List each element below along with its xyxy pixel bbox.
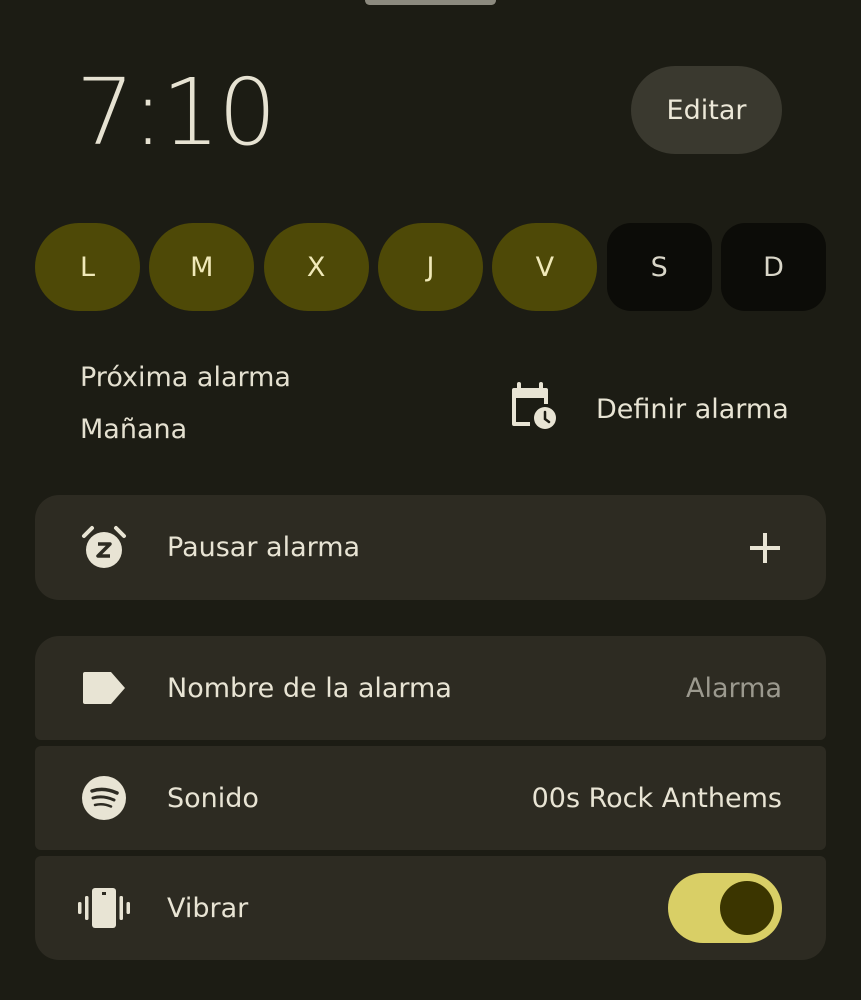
vibrate-label: Vibrar	[167, 892, 249, 924]
alarm-time[interactable]: 7:10	[76, 58, 277, 168]
day-sunday[interactable]: D	[720, 223, 826, 311]
set-alarm-button[interactable]: Definir alarma	[508, 380, 789, 439]
set-alarm-label: Definir alarma	[596, 394, 789, 425]
spotify-icon	[80, 774, 128, 822]
day-thursday[interactable]: J	[377, 223, 483, 311]
sound-row[interactable]: Sonido 00s Rock Anthems	[35, 746, 826, 850]
day-friday[interactable]: V	[492, 223, 598, 311]
vibrate-toggle[interactable]	[668, 873, 782, 943]
plus-icon[interactable]	[748, 531, 782, 565]
day-wednesday[interactable]: X	[263, 223, 369, 311]
vibrate-row[interactable]: Vibrar	[35, 856, 826, 960]
sound-label: Sonido	[167, 782, 259, 814]
snooze-alarm-icon	[80, 524, 128, 572]
weekday-selector: L M X J V S D	[35, 223, 826, 311]
snooze-row[interactable]: Pausar alarma	[35, 495, 826, 600]
day-saturday[interactable]: S	[606, 223, 712, 311]
sound-value: 00s Rock Anthems	[531, 782, 782, 814]
toggle-knob	[720, 881, 774, 935]
drag-handle[interactable]	[365, 0, 496, 5]
label-tag-icon	[80, 664, 128, 712]
snooze-label: Pausar alarma	[167, 532, 361, 563]
day-tuesday[interactable]: M	[149, 223, 255, 311]
day-monday[interactable]: L	[35, 223, 140, 311]
alarm-name-value: Alarma	[686, 672, 782, 704]
next-alarm-value: Mañana	[80, 414, 188, 445]
edit-button[interactable]: Editar	[631, 66, 782, 154]
next-alarm-label: Próxima alarma	[80, 362, 291, 393]
vibrate-phone-icon	[77, 884, 131, 932]
alarm-name-row[interactable]: Nombre de la alarma Alarma	[35, 636, 826, 740]
calendar-clock-icon	[508, 380, 560, 439]
alarm-name-label: Nombre de la alarma	[167, 672, 452, 704]
